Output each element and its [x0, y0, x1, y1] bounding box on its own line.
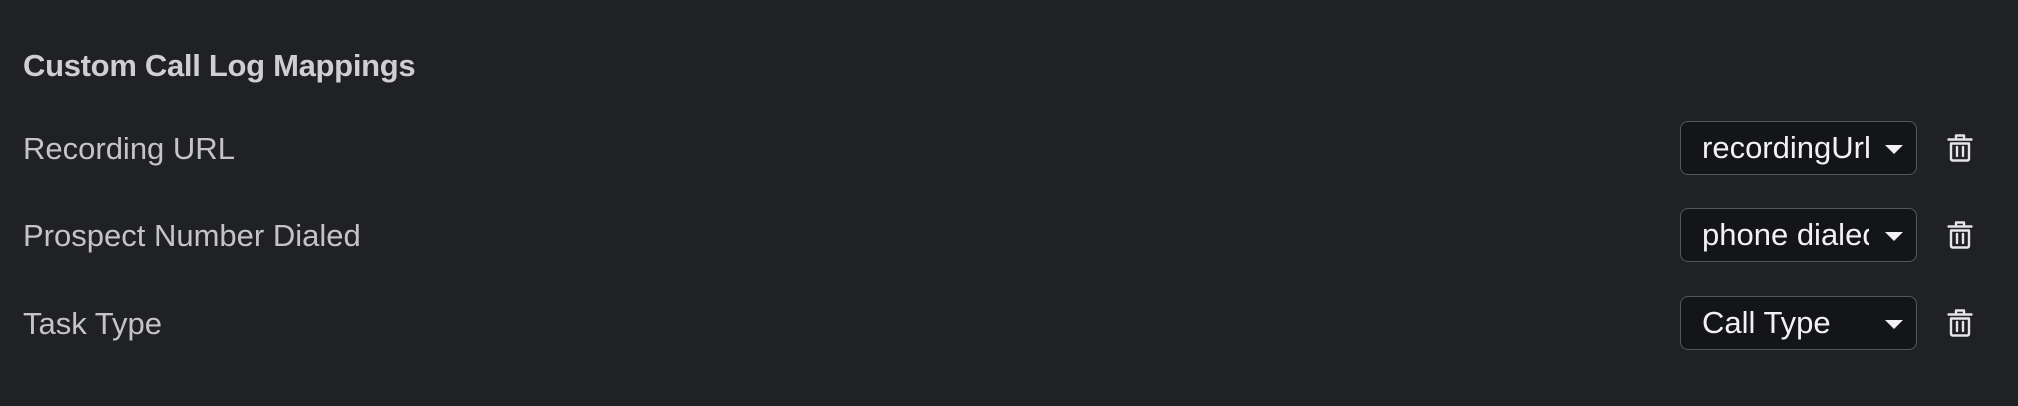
trash-icon[interactable] — [1946, 133, 1974, 163]
select-value: Call Type — [1702, 305, 1831, 340]
mapping-row-prospect-number-dialed: Prospect Number Dialed phone dialed — [0, 208, 2018, 264]
mapping-row-recording-url: Recording URL recordingUrl — [0, 121, 2018, 177]
mapping-label: Task Type — [23, 306, 163, 341]
select-value: phone dialed — [1702, 217, 1869, 252]
mapping-label: Prospect Number Dialed — [23, 218, 361, 253]
mapping-label: Recording URL — [23, 131, 235, 166]
select-value: recordingUrl — [1702, 130, 1869, 165]
caret-down-icon — [1885, 232, 1903, 241]
mapping-row-task-type: Task Type Call Type — [0, 296, 2018, 352]
caret-down-icon — [1885, 320, 1903, 329]
mapping-field-select[interactable]: recordingUrl — [1680, 121, 1917, 175]
custom-call-log-mappings-section: Custom Call Log Mappings Recording URL r… — [0, 0, 2018, 406]
section-title: Custom Call Log Mappings — [23, 48, 416, 83]
trash-icon[interactable] — [1946, 220, 1974, 250]
trash-icon[interactable] — [1946, 308, 1974, 338]
mapping-field-select[interactable]: Call Type — [1680, 296, 1917, 350]
mapping-field-select[interactable]: phone dialed — [1680, 208, 1917, 262]
caret-down-icon — [1885, 145, 1903, 154]
